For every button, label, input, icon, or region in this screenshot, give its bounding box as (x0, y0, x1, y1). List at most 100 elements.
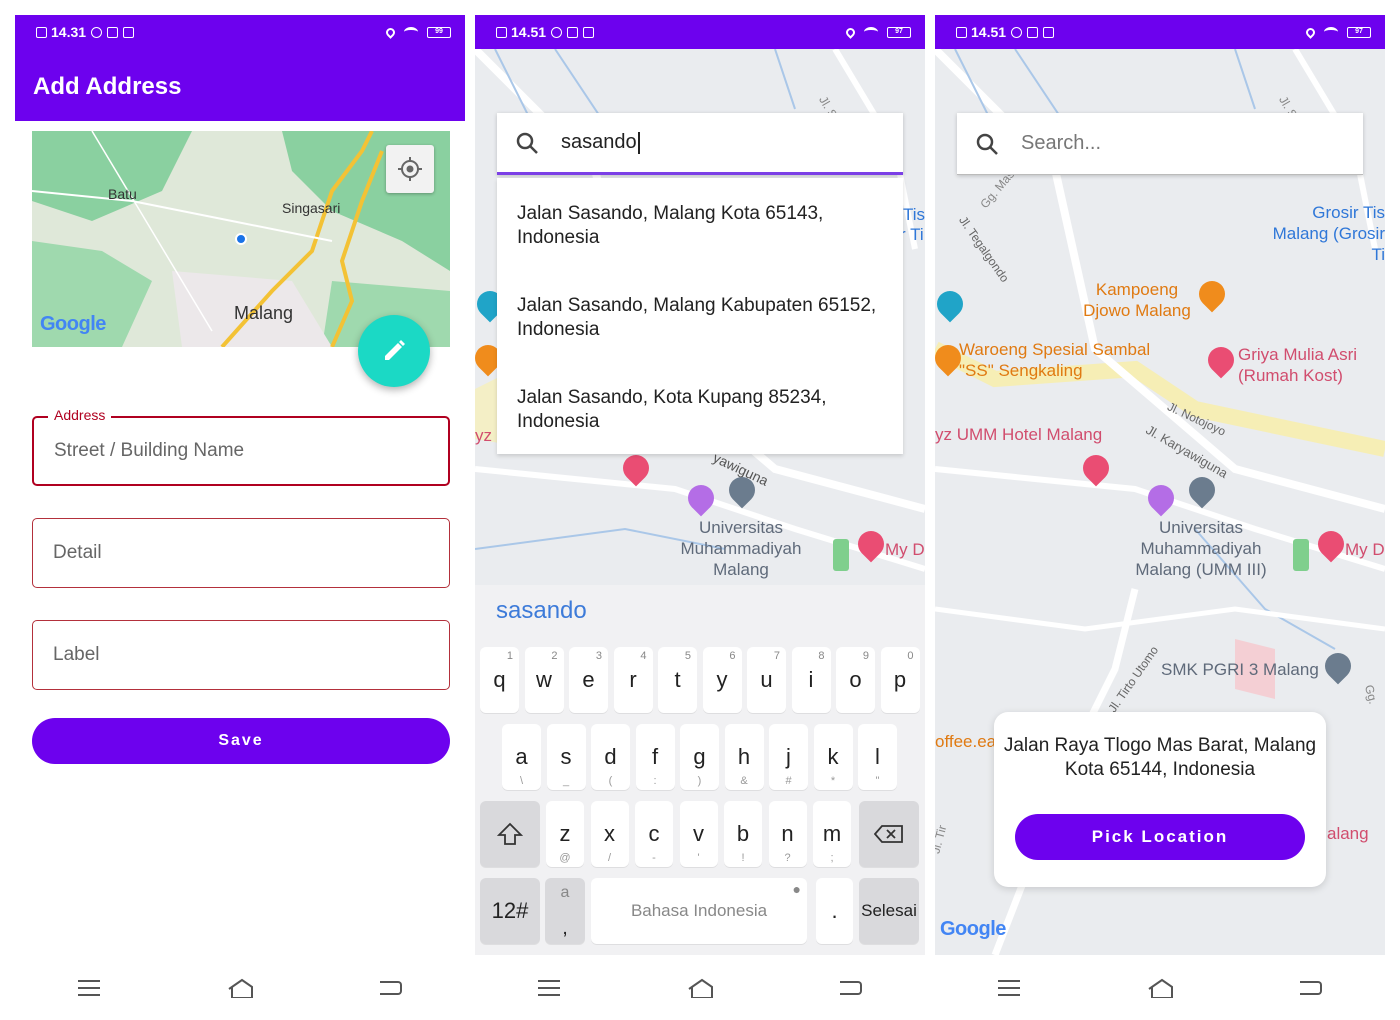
key-v[interactable]: v ' (679, 801, 718, 867)
app-icon (583, 26, 595, 38)
edit-location-fab[interactable] (358, 315, 430, 387)
mail-icon (107, 26, 119, 38)
status-bar: 14.51 97 (475, 15, 925, 49)
sync-icon (91, 26, 103, 38)
period-key[interactable]: . (816, 878, 853, 944)
key-label: u (760, 667, 773, 692)
home-icon[interactable] (227, 978, 253, 998)
suggestion-item[interactable]: Jalan Sasando, Kota Kupang 85234, Indone… (497, 362, 903, 454)
home-icon[interactable] (1147, 978, 1173, 998)
system-nav-bar (935, 955, 1385, 1020)
key-label: o (849, 667, 862, 692)
key-label: r (629, 667, 637, 692)
key-f[interactable]: f: (635, 724, 675, 790)
key-label: c (648, 821, 660, 846)
keyboard-suggestion[interactable]: sasando (496, 597, 587, 625)
suggestion-item[interactable]: Jalan Sasando, Malang Kota 65143, Indone… (497, 178, 903, 270)
key-a[interactable]: a \ (502, 724, 541, 790)
search-input[interactable]: Search... (1021, 132, 1101, 155)
space-key[interactable]: Bahasa Indonesia ● (591, 878, 807, 944)
key-label: h (737, 744, 751, 769)
location-icon (384, 25, 397, 39)
key-label: y (716, 667, 728, 692)
key-t[interactable]: t5 (658, 647, 697, 713)
key-r[interactable]: r4 (613, 647, 653, 713)
key-secondary-label: " (875, 775, 880, 787)
backspace-key[interactable] (859, 801, 919, 867)
space-label: Bahasa Indonesia (630, 901, 768, 920)
key-s[interactable]: s _ (546, 724, 586, 790)
key-label: l (875, 744, 880, 769)
mic-icon: ● (792, 881, 801, 897)
key-h[interactable]: h & (724, 724, 764, 790)
status-bar: 14.51 97 (935, 15, 1385, 49)
done-key[interactable]: Selesai (859, 878, 919, 944)
key-o[interactable]: o9 (836, 647, 875, 713)
key-secondary-label: / (607, 852, 612, 864)
sim-icon (36, 26, 47, 38)
map-label: My D (885, 540, 925, 559)
key-n[interactable]: n? (768, 801, 807, 867)
google-logo: Google (40, 313, 106, 335)
sim-icon (956, 26, 967, 38)
key-p[interactable]: p0 (880, 647, 920, 713)
wifi-icon (404, 27, 418, 37)
search-input[interactable]: sasando (561, 131, 637, 154)
key-d[interactable]: d( (591, 724, 630, 790)
key-label: a (515, 744, 528, 769)
key-m[interactable]: m; (813, 801, 851, 867)
shift-key[interactable] (480, 801, 540, 867)
suggestion-item[interactable]: Jalan Sasando, Malang Kabupaten 65152, I… (497, 270, 903, 362)
key-g[interactable]: g) (680, 724, 719, 790)
my-location-button[interactable] (386, 145, 434, 193)
map-label: r Ti (900, 225, 924, 244)
key-x[interactable]: x / (590, 801, 629, 867)
search-screen: 14.51 97 Tis r Ti Jl. S yz yawiguna Univ… (475, 15, 925, 1020)
label-placeholder: Label (53, 644, 100, 665)
numbers-key[interactable]: 12# (480, 878, 540, 944)
key-i[interactable]: i8 (791, 647, 831, 713)
address-field[interactable]: Address Street / Building Name (32, 407, 450, 486)
key-label: g (693, 744, 706, 769)
key-label: b (736, 821, 750, 846)
key-secondary-label: : (653, 775, 657, 787)
save-button[interactable]: Save (32, 718, 450, 764)
menu-icon[interactable] (78, 979, 101, 996)
key-secondary-label: @ (559, 852, 571, 864)
back-icon[interactable] (379, 980, 402, 995)
home-icon[interactable] (687, 978, 713, 998)
search-bar[interactable]: Search... (957, 113, 1363, 175)
key-q[interactable]: q1 (480, 647, 519, 713)
wifi-icon (864, 27, 878, 37)
detail-field[interactable]: Detail (32, 518, 450, 588)
system-nav-bar (475, 955, 925, 1020)
key-secondary-label: _ (562, 775, 570, 787)
back-icon[interactable] (839, 980, 862, 995)
key-e[interactable]: e3 (569, 647, 608, 713)
key-label: m (822, 821, 842, 846)
key-j[interactable]: j # (769, 724, 808, 790)
label-field[interactable]: Label (32, 620, 450, 690)
key-l[interactable]: l " (858, 724, 897, 790)
menu-icon[interactable] (538, 979, 561, 996)
search-bar[interactable]: sasando (497, 113, 903, 175)
key-y[interactable]: y6 (702, 647, 742, 713)
menu-icon[interactable] (998, 979, 1021, 996)
back-icon[interactable] (1299, 980, 1322, 995)
pick-location-button[interactable]: Pick Location (1015, 814, 1305, 860)
map-label: alang (1327, 824, 1369, 843)
handwriting-key[interactable]: a , (545, 878, 585, 944)
keyboard: sasando q1w2e3r4t5y6u7i8o9p0 a \ s _ d(f: g) h… (475, 585, 925, 955)
sim-icon (496, 26, 507, 38)
key-k[interactable]: k * (813, 724, 853, 790)
key-secondary-label: 5 (684, 650, 691, 662)
key-label: z (559, 821, 571, 846)
key-c[interactable]: c- (635, 801, 673, 867)
key-z[interactable]: z @ (546, 801, 584, 867)
key-u[interactable]: u7 (747, 647, 786, 713)
search-icon (976, 133, 998, 155)
key-secondary-label: 7 (773, 650, 780, 662)
key-w[interactable]: w2 (524, 647, 564, 713)
key-b[interactable]: b! (724, 801, 762, 867)
key-secondary-label: & (740, 775, 748, 787)
